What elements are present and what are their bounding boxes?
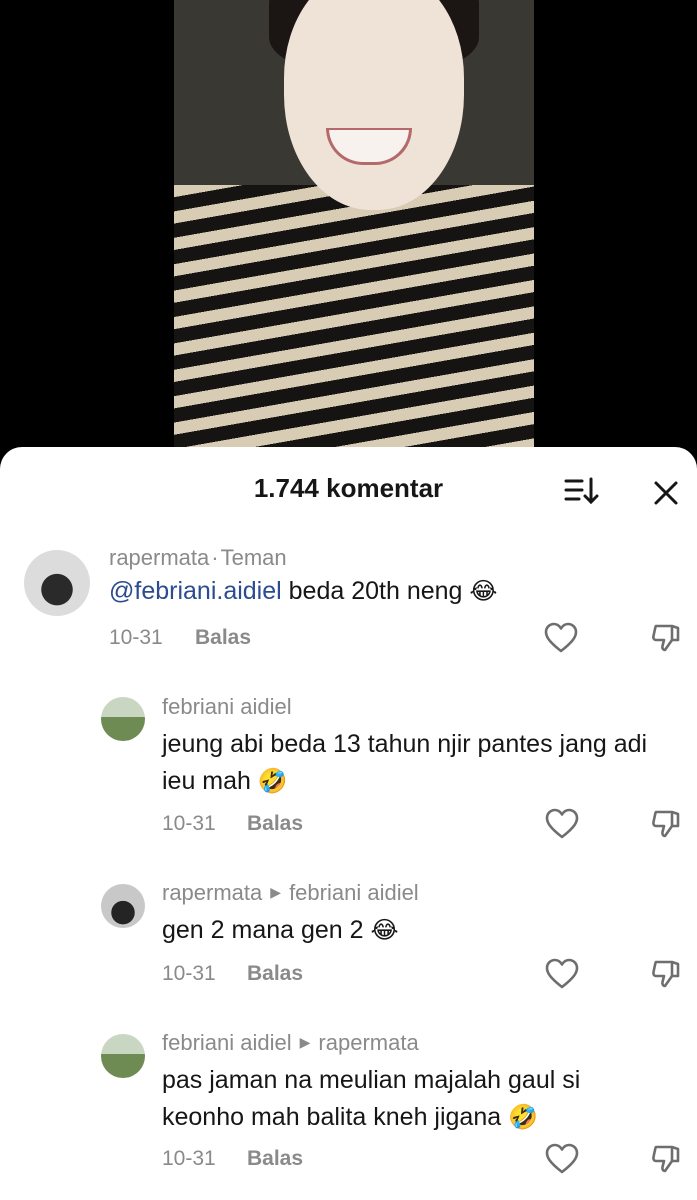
close-icon[interactable] xyxy=(648,475,684,511)
thumbs-down-icon[interactable] xyxy=(650,1143,684,1175)
reply-button[interactable]: Balas xyxy=(247,1147,303,1171)
comment-text: pas jaman na meulian majalah gaul si keo… xyxy=(162,1066,581,1131)
mention-link[interactable]: @febriani.aidiel xyxy=(109,577,282,605)
reply-to-name[interactable]: rapermata xyxy=(318,1030,418,1055)
author-name[interactable]: rapermata xyxy=(109,545,209,570)
comment-meta: febriani aidiel ▶ rapermata xyxy=(162,1030,419,1056)
comment-text: jeung abi beda 13 tahun njir pantes jang… xyxy=(162,730,648,795)
separator-dot: · xyxy=(211,545,219,570)
heart-icon[interactable] xyxy=(545,958,579,990)
comment-date: 10-31 xyxy=(162,962,216,985)
video-thumbnail[interactable] xyxy=(174,0,534,447)
video-player[interactable] xyxy=(0,0,697,470)
author-name[interactable]: febriani aidiel xyxy=(162,1030,292,1055)
thumbs-down-icon[interactable] xyxy=(650,808,684,840)
reply-to-name[interactable]: febriani aidiel xyxy=(289,880,419,905)
heart-icon[interactable] xyxy=(545,1143,579,1175)
heart-icon[interactable] xyxy=(545,808,579,840)
comments-sheet: 1.744 komentar rapermata·Teman @febriani… xyxy=(0,447,697,1200)
avatar[interactable] xyxy=(101,697,145,741)
reply-arrow-icon: ▶ xyxy=(299,1034,311,1050)
comment-text: @febriani.aidiel beda 20th neng 😂 xyxy=(109,577,498,605)
reply-item: febriani aidiel jeung abi beda 13 tahun … xyxy=(0,690,697,840)
thumbs-down-icon[interactable] xyxy=(650,958,684,990)
emoji-tears-of-joy: 😂 xyxy=(370,917,399,944)
heart-icon[interactable] xyxy=(544,622,578,654)
avatar[interactable] xyxy=(101,1034,145,1078)
reply-button[interactable]: Balas xyxy=(195,626,251,650)
comment-item: rapermata·Teman @febriani.aidiel beda 20… xyxy=(0,542,697,654)
comment-meta: febriani aidiel xyxy=(162,694,292,720)
avatar[interactable] xyxy=(101,884,145,928)
striped-shirt xyxy=(174,185,534,447)
author-name[interactable]: febriani aidiel xyxy=(162,694,292,719)
emoji-rolling-laughing: 🤣 xyxy=(508,1104,538,1131)
avatar[interactable] xyxy=(24,550,90,616)
sort-icon[interactable] xyxy=(563,475,601,507)
author-name[interactable]: rapermata xyxy=(162,880,262,905)
comment-date: 10-31 xyxy=(109,626,163,649)
comment-text: gen 2 mana gen 2 😂 xyxy=(162,916,399,944)
thumbs-down-icon[interactable] xyxy=(650,622,684,654)
reply-button[interactable]: Balas xyxy=(247,812,303,836)
comment-date: 10-31 xyxy=(162,1147,216,1170)
comment-date: 10-31 xyxy=(162,812,216,835)
emoji-rolling-laughing: 🤣 xyxy=(257,768,288,795)
face xyxy=(284,0,464,210)
friend-badge: Teman xyxy=(220,545,287,570)
reply-item: rapermata ▶ febriani aidiel gen 2 mana gen… xyxy=(0,877,697,997)
comment-meta: rapermata ▶ febriani aidiel xyxy=(162,880,419,906)
comment-meta: rapermata·Teman xyxy=(109,545,287,571)
emoji-tears-of-joy: 😂 xyxy=(469,578,498,605)
reply-button[interactable]: Balas xyxy=(247,962,303,986)
reply-arrow-icon: ▶ xyxy=(270,884,282,900)
reply-item: febriani aidiel ▶ rapermata pas jaman na m… xyxy=(0,1027,697,1187)
